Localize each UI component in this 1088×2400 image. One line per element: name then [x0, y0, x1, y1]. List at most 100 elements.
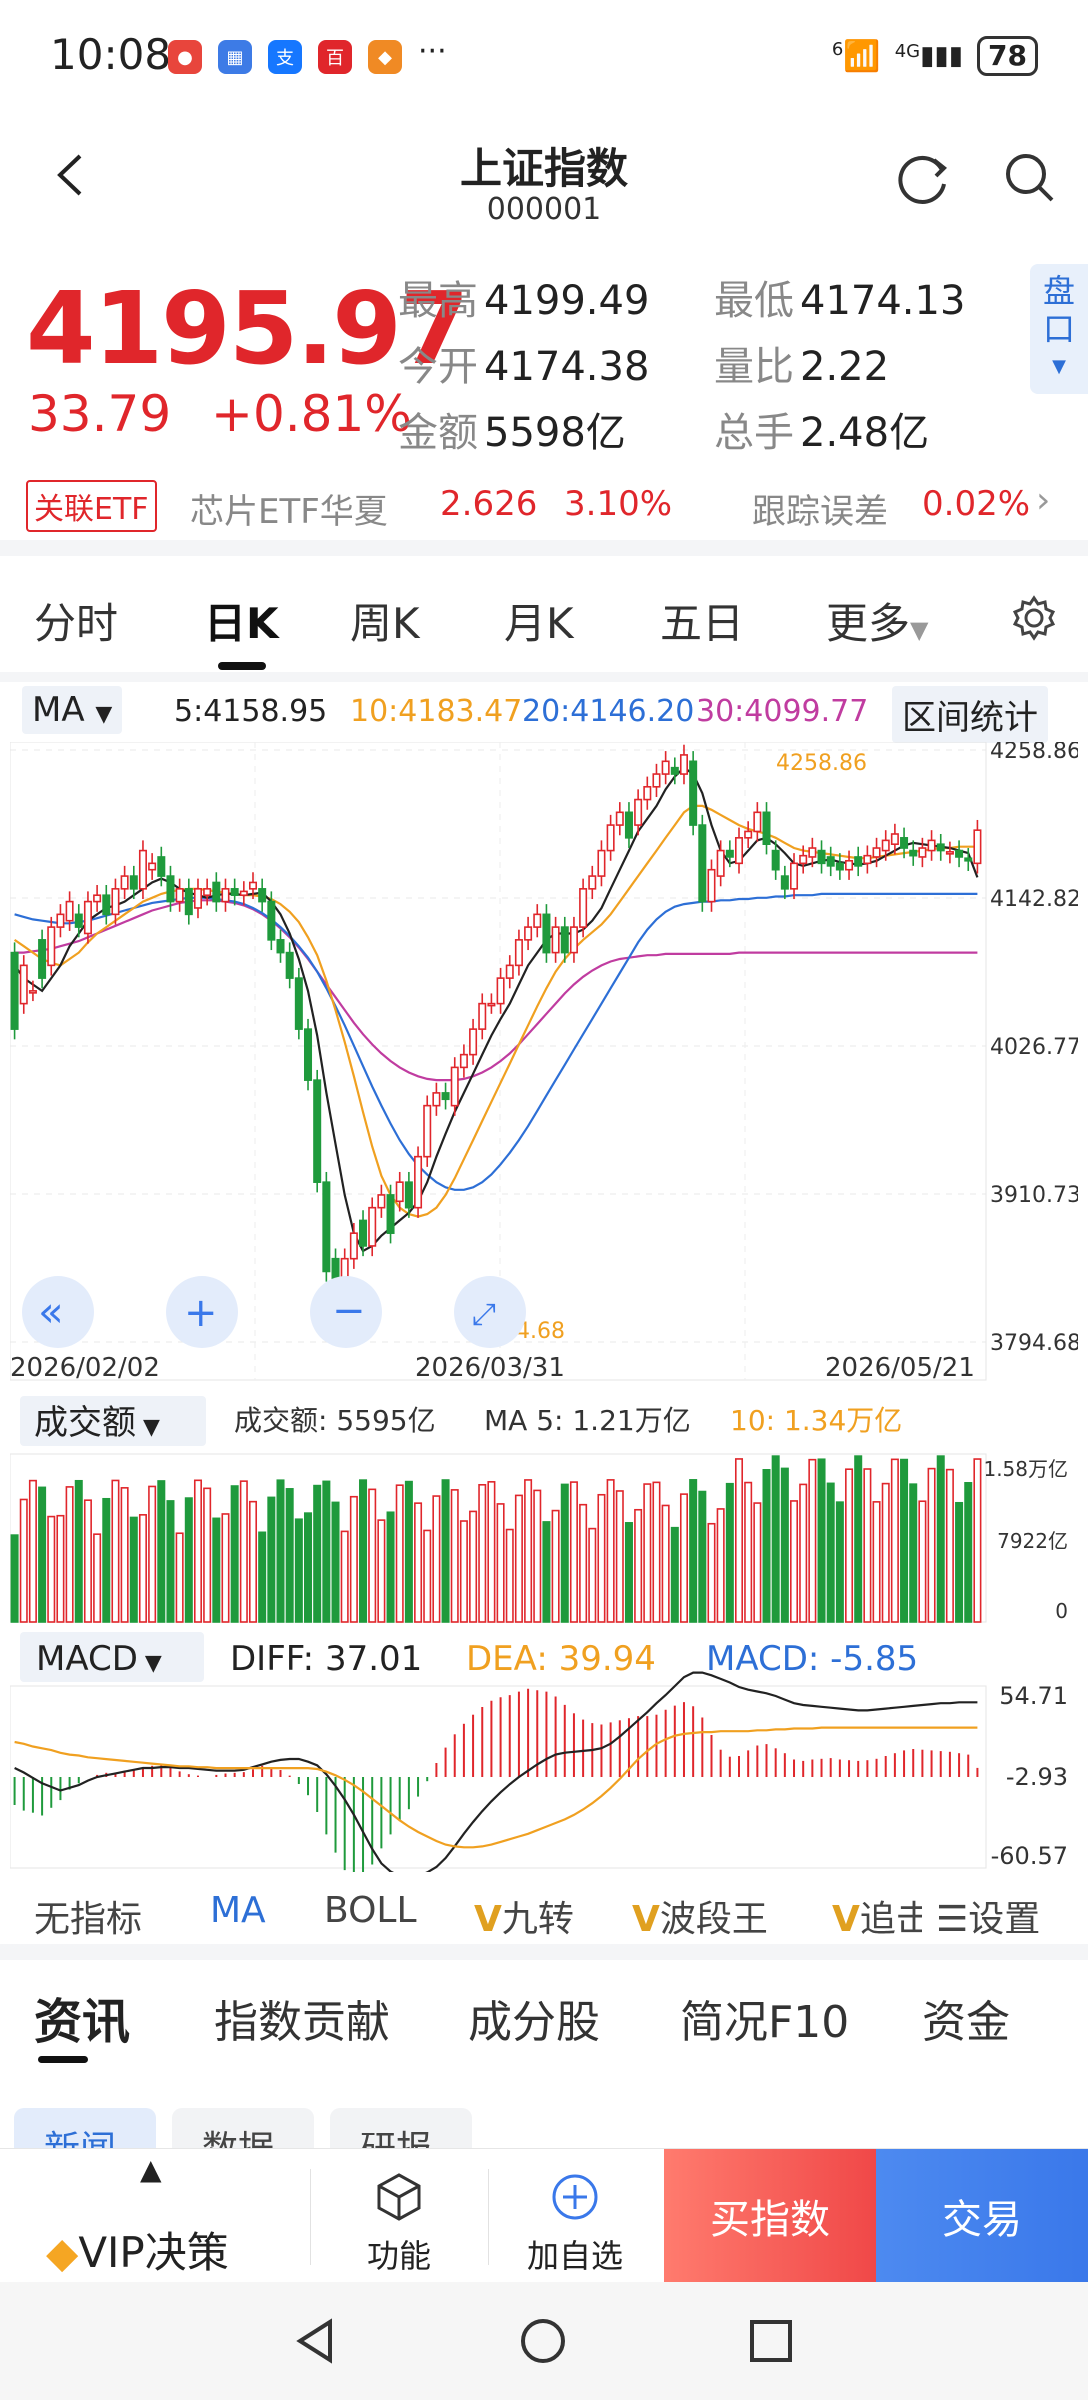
- candle: [826, 856, 835, 867]
- volume-bar: [762, 1469, 771, 1623]
- caret-down-icon: ▼: [95, 702, 113, 727]
- tab-f10[interactable]: 简况F10: [680, 1986, 849, 2050]
- candle: [221, 888, 230, 903]
- tab-news[interactable]: 资讯: [34, 1982, 130, 2052]
- gear-icon[interactable]: [1010, 594, 1058, 642]
- volume-bar: [707, 1522, 716, 1623]
- y-tick-label: 4258.86: [990, 742, 1078, 764]
- indicator-boduanwang[interactable]: V波段王: [632, 1890, 768, 1942]
- etf-price: 2.626: [440, 484, 538, 524]
- divider: [310, 2169, 311, 2265]
- divider: [0, 1944, 1088, 1960]
- volume-bar: [533, 1489, 542, 1623]
- volume-bar: [716, 1508, 725, 1623]
- macd-y-tick: 54.71: [999, 1682, 1068, 1710]
- related-etf-row[interactable]: 关联ETF 芯片ETF华夏 2.626 3.10% 跟踪误差 0.02% ›: [0, 470, 1088, 540]
- candle: [900, 837, 909, 849]
- scroll-left-button[interactable]: «: [22, 1276, 94, 1348]
- volume-bar: [294, 1518, 303, 1623]
- volume-bar: [47, 1515, 56, 1623]
- indicator-bar: 无指标 MA BOLL V九转 V波段王 V追击 ☰设置: [0, 1880, 1088, 1942]
- candle: [955, 849, 964, 858]
- tab-intraday[interactable]: 分时: [34, 590, 118, 651]
- divider: [488, 2169, 489, 2265]
- macd-y-tick: -60.57: [991, 1842, 1068, 1870]
- info-tabs: 资讯 指数贡献 成分股 简况F10 资金: [0, 1972, 1088, 2063]
- candle: [74, 913, 83, 928]
- volume-bar: [120, 1487, 129, 1623]
- trade-button[interactable]: 交易: [876, 2149, 1088, 2283]
- search-icon[interactable]: [1000, 148, 1060, 208]
- volume-bar: [203, 1487, 212, 1623]
- range-stats-button[interactable]: 区间统计: [892, 686, 1048, 743]
- indicator-jiuzhuan[interactable]: V九转: [474, 1890, 574, 1942]
- volume-bar: [166, 1500, 175, 1623]
- indicator-selector-ma[interactable]: MA ▼: [22, 686, 123, 734]
- candle: [230, 888, 239, 897]
- candle: [835, 862, 844, 871]
- volume-bar: [423, 1529, 432, 1623]
- nav-home-icon[interactable]: [518, 2316, 568, 2366]
- indicator-zhuiji[interactable]: V追击: [832, 1890, 922, 1942]
- candle: [670, 766, 679, 775]
- tab-capital[interactable]: 资金: [922, 1986, 1010, 2050]
- candle: [505, 964, 514, 979]
- vip-decision-button[interactable]: ◆VIP决策: [46, 2219, 229, 2280]
- tab-daily-k[interactable]: 日K: [204, 590, 279, 651]
- candle: [138, 849, 147, 890]
- volume-bar: [28, 1479, 37, 1623]
- tab-more[interactable]: 更多▼: [826, 590, 928, 651]
- volume-bar: [193, 1479, 202, 1623]
- indicator-boll[interactable]: BOLL: [324, 1890, 417, 1931]
- refresh-icon[interactable]: [894, 148, 954, 208]
- wifi-icon: 6📶: [831, 38, 881, 74]
- candle: [808, 847, 817, 858]
- indicator-settings[interactable]: ☰设置: [930, 1890, 1041, 1942]
- nav-recents-icon[interactable]: [746, 2316, 796, 2366]
- pankou-button[interactable]: 盘口 ▼: [1030, 264, 1088, 394]
- tab-constituents[interactable]: 成分股: [468, 1986, 600, 2050]
- volume-bar: [542, 1521, 551, 1623]
- volume-bar: [615, 1490, 624, 1623]
- function-button[interactable]: 功能: [354, 2171, 444, 2277]
- settings-list-icon: ☰: [936, 1899, 969, 1940]
- tab-weekly-k[interactable]: 周K: [350, 590, 420, 651]
- more-notifications-icon: ···: [418, 34, 447, 69]
- volume-bar: [322, 1480, 331, 1623]
- zoom-in-button[interactable]: +: [166, 1276, 238, 1348]
- indicator-none[interactable]: 无指标: [34, 1890, 142, 1942]
- candle: [918, 847, 927, 858]
- nav-back-icon[interactable]: [290, 2316, 340, 2366]
- chevron-right-icon: ›: [1036, 480, 1051, 521]
- kline-chart-area[interactable]: 4258.86 4142.82 4026.77 3910.73 3794.68 2026/…: [10, 742, 1078, 1872]
- volume-bar: [313, 1484, 322, 1623]
- volume-bar: [19, 1498, 28, 1623]
- volume-bar: [817, 1458, 826, 1623]
- svg-text:«: «: [38, 1287, 64, 1336]
- ma30-value: 30:4099.77: [696, 694, 869, 729]
- caret-up-icon[interactable]: ▲: [140, 2153, 162, 2186]
- indicator-ma[interactable]: MA: [210, 1890, 266, 1931]
- volume-bar: [102, 1497, 111, 1623]
- candle: [799, 854, 808, 865]
- action-bar: ▲ ◆VIP决策 功能 加自选 买指数 交易: [0, 2148, 1088, 2283]
- tab-index-contribution[interactable]: 指数贡献: [214, 1986, 390, 2050]
- volume-bar: [184, 1497, 193, 1623]
- candle: [193, 888, 202, 909]
- volume-bar: [359, 1479, 368, 1623]
- candle: [707, 868, 716, 903]
- fullscreen-button[interactable]: ⤢: [454, 1276, 526, 1348]
- tab-monthly-k[interactable]: 月K: [504, 590, 574, 651]
- volume-bar: [239, 1480, 248, 1623]
- tab-five-day[interactable]: 五日: [660, 590, 744, 651]
- buy-index-button[interactable]: 买指数: [664, 2149, 876, 2283]
- volume-bar: [734, 1458, 744, 1623]
- add-watchlist-button[interactable]: 加自选: [518, 2171, 632, 2277]
- candle: [872, 847, 881, 858]
- volume-ma5-legend: MA 5: 1.21万亿: [484, 1404, 691, 1437]
- zoom-out-button[interactable]: −: [310, 1276, 382, 1348]
- x-tick-label: 2026/02/02: [10, 1353, 160, 1383]
- volume-bar: [111, 1479, 120, 1623]
- candle: [560, 926, 569, 954]
- volume-bar: [845, 1468, 854, 1623]
